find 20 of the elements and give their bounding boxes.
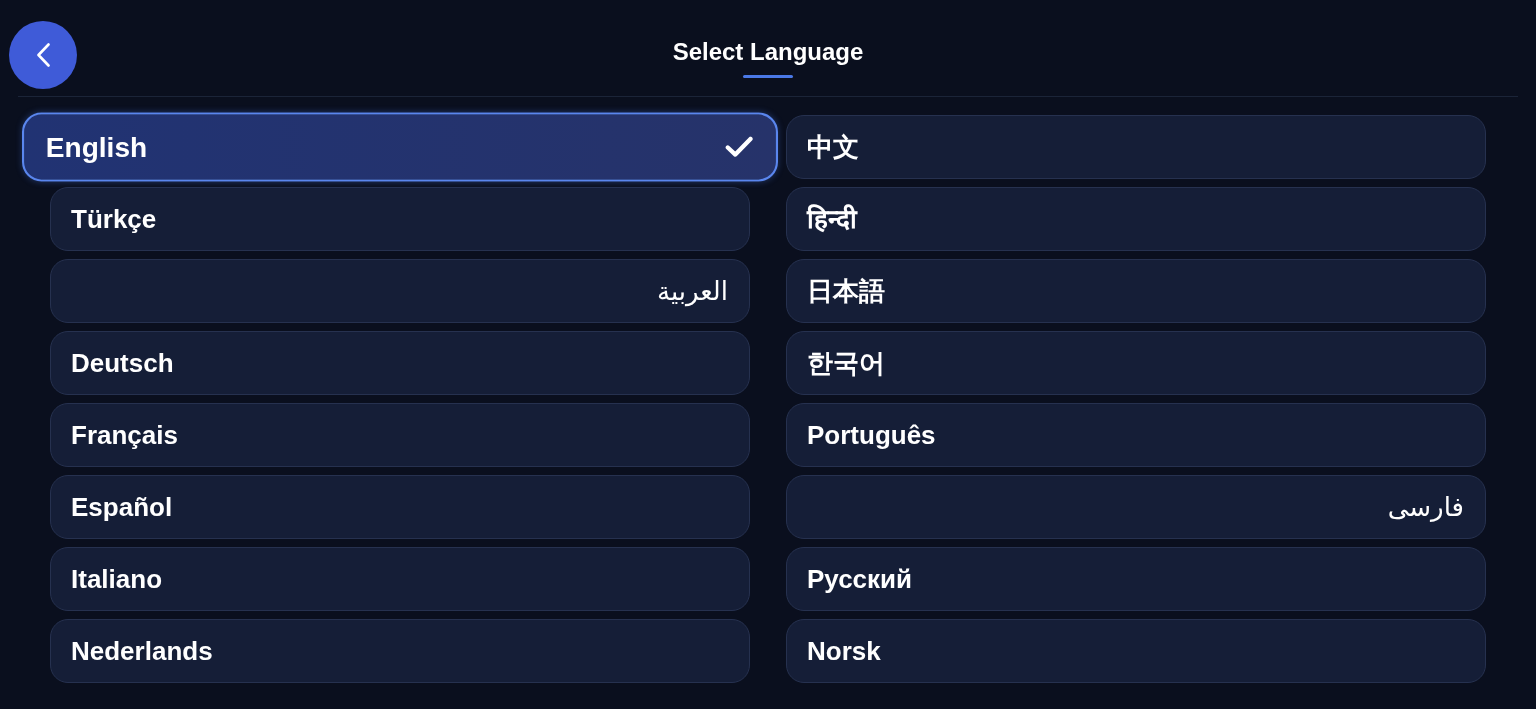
language-option[interactable]: Русский <box>786 547 1486 611</box>
language-option[interactable]: 中文 <box>786 115 1486 179</box>
language-option[interactable]: Türkçe <box>50 187 750 251</box>
language-option[interactable]: 한국어 <box>786 331 1486 395</box>
language-option[interactable]: Italiano <box>50 547 750 611</box>
language-option[interactable]: العربية <box>50 259 750 323</box>
language-option[interactable]: 日本語 <box>786 259 1486 323</box>
language-option[interactable]: Português <box>786 403 1486 467</box>
language-option[interactable]: हिन्दी <box>786 187 1486 251</box>
title-underline <box>743 75 793 78</box>
language-option[interactable]: فارسی <box>786 475 1486 539</box>
language-option[interactable]: Deutsch <box>50 331 750 395</box>
language-option[interactable]: Norsk <box>786 619 1486 683</box>
language-option[interactable]: Français <box>50 403 750 467</box>
language-option[interactable]: Nederlands <box>50 619 750 683</box>
checkmark-icon <box>725 136 754 158</box>
language-option[interactable]: English <box>22 112 778 182</box>
page-title: Select Language <box>672 37 864 67</box>
language-option[interactable]: Español <box>50 475 750 539</box>
chevron-left-icon <box>36 43 50 67</box>
